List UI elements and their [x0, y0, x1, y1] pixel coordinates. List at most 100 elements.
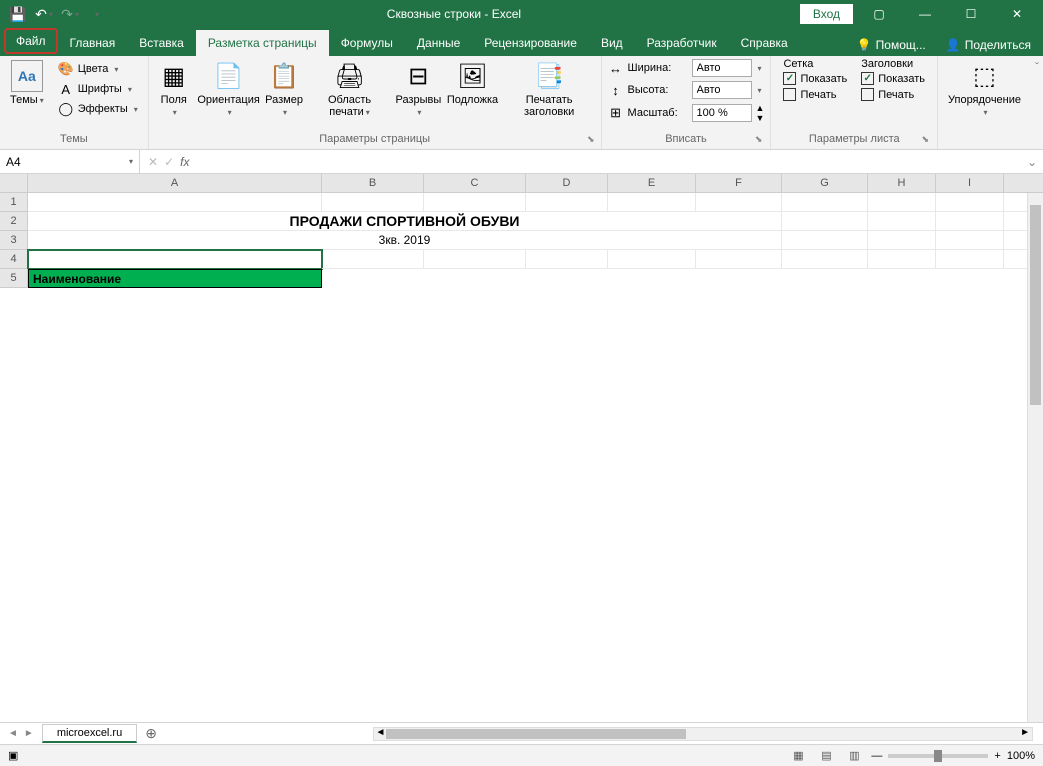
tab-page-layout[interactable]: Разметка страницы [196, 30, 329, 56]
column-header[interactable]: B [322, 174, 424, 193]
vertical-scroll-thumb[interactable] [1030, 205, 1041, 405]
row-header[interactable]: 1 [0, 193, 28, 212]
add-sheet-button[interactable]: ⊕ [137, 725, 165, 742]
print-area-icon: 🖨 [334, 60, 366, 92]
tab-home[interactable]: Главная [58, 30, 128, 56]
tell-me-search[interactable]: 💡Помощ... [849, 34, 934, 56]
breaks-button[interactable]: ⊟Разрывы▾ [393, 58, 443, 120]
zoom-slider-thumb[interactable] [934, 750, 942, 762]
tab-insert[interactable]: Вставка [127, 30, 196, 56]
headings-label: Заголовки [861, 58, 925, 70]
headings-show-checkbox[interactable] [861, 72, 874, 85]
margins-button[interactable]: ▦Поля▾ [153, 58, 195, 120]
page-break-view-icon[interactable]: ▥ [843, 747, 865, 765]
breaks-icon: ⊟ [402, 60, 434, 92]
group-sheet-options: Сетка Показать Печать Заголовки Показать… [771, 56, 938, 149]
zoom-in-icon[interactable]: + [994, 750, 1000, 762]
sheet-tab[interactable]: microexcel.ru [42, 724, 137, 743]
arrange-icon: ⬚ [969, 60, 1001, 92]
tab-data[interactable]: Данные [405, 30, 472, 56]
sheet-nav-next-icon[interactable]: ► [22, 728, 36, 739]
zoom-out-icon[interactable]: ― [871, 750, 882, 762]
themes-button[interactable]: Aa Темы▾ [4, 58, 50, 108]
name-box[interactable]: A4▾ [0, 150, 140, 173]
active-cell[interactable] [28, 250, 322, 269]
effects-button[interactable]: ◯Эффекты▾ [54, 100, 142, 118]
maximize-icon[interactable]: ☐ [951, 0, 991, 28]
formula-bar: A4▾ ✕ ✓ fx ⌄ [0, 150, 1043, 174]
headings-print-checkbox[interactable] [861, 88, 874, 101]
size-button[interactable]: 📋Размер▾ [262, 58, 305, 120]
enter-formula-icon[interactable]: ✓ [164, 155, 174, 169]
column-header[interactable]: I [936, 174, 1004, 193]
horizontal-scrollbar[interactable]: ◄► [373, 727, 1034, 741]
print-titles-button[interactable]: 📑Печатать заголовки [502, 58, 597, 120]
share-button[interactable]: 👤Поделиться [938, 34, 1039, 56]
login-button[interactable]: Вход [800, 4, 853, 24]
insert-function-icon[interactable]: fx [180, 155, 189, 169]
orientation-button[interactable]: 📄Ориентация▾ [197, 58, 261, 120]
undo-icon[interactable]: ↶▾ [32, 2, 56, 26]
status-bar: ▣ ▦ ▤ ▥ ― + 100% [0, 744, 1043, 766]
group-label-scale: Вписать⬊ [608, 131, 765, 147]
arrange-button[interactable]: ⬚Упорядочение▾ [942, 58, 1027, 120]
tab-developer[interactable]: Разработчик [635, 30, 729, 56]
column-header[interactable]: D [526, 174, 608, 193]
row-header[interactable]: 5 [0, 269, 28, 288]
zoom-level[interactable]: 100% [1007, 750, 1035, 762]
fonts-button[interactable]: AШрифты▾ [54, 80, 142, 98]
scroll-left-icon[interactable]: ◄ [376, 727, 386, 738]
redo-icon[interactable]: ↷▾ [58, 2, 82, 26]
column-header[interactable]: E [608, 174, 696, 193]
page-layout-view-icon[interactable]: ▤ [815, 747, 837, 765]
spreadsheet-grid[interactable]: ABCDEFGHI12ПРОДАЖИ СПОРТИВНОЙ ОБУВИ33кв.… [0, 174, 1043, 722]
save-icon[interactable]: 💾 [6, 2, 30, 26]
record-macro-icon[interactable]: ▣ [8, 749, 18, 762]
minimize-icon[interactable]: ― [905, 0, 945, 28]
ribbon-display-options-icon[interactable]: ▢ [859, 0, 899, 28]
group-label-sheet-opts: Параметры листа⬊ [777, 131, 931, 147]
fonts-icon: A [58, 81, 74, 97]
cancel-formula-icon[interactable]: ✕ [148, 155, 158, 169]
zoom-slider[interactable] [888, 754, 988, 758]
colors-button[interactable]: 🎨Цвета▾ [54, 60, 142, 78]
column-header[interactable]: C [424, 174, 526, 193]
grid-print-checkbox[interactable] [783, 88, 796, 101]
themes-icon: Aa [11, 60, 43, 92]
scale-input[interactable] [692, 104, 752, 122]
row-header[interactable]: 3 [0, 231, 28, 250]
tab-file[interactable]: Файл [4, 28, 58, 54]
column-header[interactable]: G [782, 174, 868, 193]
orientation-icon: 📄 [213, 60, 245, 92]
qat-customize-icon[interactable]: ▾ [84, 2, 108, 26]
tab-review[interactable]: Рецензирование [472, 30, 589, 56]
sheet-nav[interactable]: ◄► [0, 728, 42, 739]
scroll-right-icon[interactable]: ► [1020, 727, 1030, 738]
close-icon[interactable]: ✕ [997, 0, 1037, 28]
expand-formula-bar-icon[interactable]: ⌄ [1021, 155, 1043, 169]
row-header[interactable]: 2 [0, 212, 28, 231]
column-header[interactable]: A [28, 174, 322, 193]
print-area-button[interactable]: 🖨Область печати▾ [308, 58, 392, 120]
sheet-nav-prev-icon[interactable]: ◄ [6, 728, 20, 739]
tab-formulas[interactable]: Формулы [329, 30, 405, 56]
collapse-ribbon-icon[interactable]: ˇ [1035, 60, 1039, 74]
vertical-scrollbar[interactable] [1027, 193, 1043, 722]
title-bar: 💾 ↶▾ ↷▾ ▾ Сквозные строки - Excel Вход ▢… [0, 0, 1043, 28]
horizontal-scroll-thumb[interactable] [386, 729, 686, 739]
sheet-opts-launcher-icon[interactable]: ⬊ [921, 134, 929, 145]
height-input[interactable] [692, 81, 752, 99]
column-header[interactable]: H [868, 174, 936, 193]
tab-view[interactable]: Вид [589, 30, 635, 56]
name-box-dropdown-icon[interactable]: ▾ [129, 157, 133, 166]
tab-help[interactable]: Справка [729, 30, 800, 56]
normal-view-icon[interactable]: ▦ [787, 747, 809, 765]
column-header[interactable]: F [696, 174, 782, 193]
page-setup-launcher-icon[interactable]: ⬊ [587, 134, 595, 145]
scale-launcher-icon[interactable]: ⬊ [755, 134, 763, 145]
group-themes: Aa Темы▾ 🎨Цвета▾ AШрифты▾ ◯Эффекты▾ Темы [0, 56, 149, 149]
width-input[interactable] [692, 59, 752, 77]
background-button[interactable]: 🖼Подложка [445, 58, 499, 108]
row-header[interactable]: 4 [0, 250, 28, 269]
grid-show-checkbox[interactable] [783, 72, 796, 85]
